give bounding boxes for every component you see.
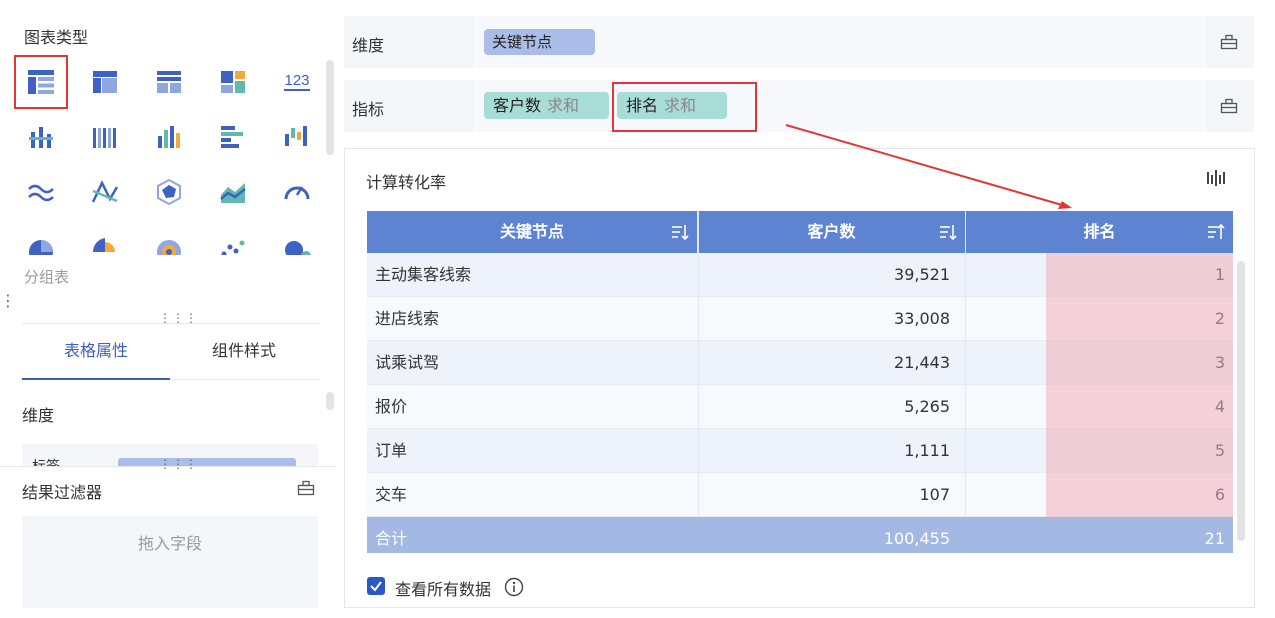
header-node-label: 关键节点 <box>499 222 564 241</box>
cell-node: 试乘试驾 <box>375 353 440 372</box>
cell-count: 39,521 <box>894 265 950 284</box>
metric-settings-icon[interactable] <box>1220 97 1238 115</box>
dimension-pill[interactable]: 关键节点 <box>484 29 595 55</box>
column-divider <box>698 211 699 553</box>
metric-row-label: 指标 <box>352 100 385 119</box>
table-scrollbar[interactable] <box>1237 261 1245 541</box>
show-all-label[interactable]: 查看所有数据 <box>395 576 491 600</box>
metric-pill-name: 客户数 <box>493 96 542 115</box>
area-icon[interactable] <box>206 165 260 219</box>
chart-type-scrollbar[interactable] <box>326 60 334 155</box>
sunburst-icon[interactable] <box>142 220 196 255</box>
divider <box>0 466 336 467</box>
header-node[interactable]: 关键节点 <box>367 211 698 253</box>
property-tabs: 表格属性 组件样式 <box>22 338 320 380</box>
waterfall-icon[interactable] <box>270 110 314 164</box>
checkmark-icon <box>370 581 382 592</box>
tab-table-properties[interactable]: 表格属性 <box>22 338 170 380</box>
cell-node: 主动集客线索 <box>375 265 472 284</box>
cell-count: 5,265 <box>904 397 950 416</box>
header-rank[interactable]: 排名 <box>966 211 1233 253</box>
dimension-field-label: 标签 <box>32 456 60 466</box>
filter-drop-zone[interactable]: 拖入字段 <box>22 516 318 608</box>
cell-count: 21,443 <box>894 353 950 372</box>
properties-scrollbar[interactable] <box>326 392 334 410</box>
cell-node: 进店线索 <box>375 309 440 328</box>
bubble-icon[interactable] <box>270 220 314 255</box>
area-line-icon[interactable] <box>14 165 68 219</box>
filter-settings-icon[interactable] <box>297 479 315 497</box>
total-label: 合计 <box>375 529 408 548</box>
sort-icon[interactable] <box>671 223 689 241</box>
gauge-icon[interactable] <box>270 165 314 219</box>
dimension-section-label: 维度 <box>22 406 55 425</box>
left-panel: 图表类型 123 分组表 ⋮ ⋮⋮⋮ 表格属性 组件样式 维度 ⋮⋮⋮ 结果过滤… <box>0 0 336 618</box>
chart-type-name: 分组表 <box>24 268 70 286</box>
drop-hint: 拖入字段 <box>137 534 202 553</box>
cell-count: 1,111 <box>904 441 950 460</box>
stacked-column-icon[interactable] <box>14 110 68 164</box>
total-count: 100,455 <box>883 529 950 548</box>
cell-node: 订单 <box>375 441 408 460</box>
sort-icon[interactable] <box>939 223 957 241</box>
header-count[interactable]: 客户数 <box>698 211 966 253</box>
rank-data-bar <box>1046 253 1233 517</box>
kpi-number-icon[interactable]: 123 <box>270 55 314 109</box>
dimension-field-pill[interactable] <box>118 458 296 466</box>
column-divider <box>965 211 966 553</box>
total-rank: 21 <box>1204 529 1225 548</box>
pie-icon[interactable] <box>14 220 68 255</box>
scatter-icon[interactable] <box>206 220 260 255</box>
card-title: 计算转化率 <box>366 173 447 192</box>
data-table: 关键节点 客户数 排名 主动集客线索 39,521 1 进店线索 33,008 … <box>367 211 1233 553</box>
rose-pie-icon[interactable] <box>78 220 132 255</box>
chart-type-title: 图表类型 <box>24 28 89 47</box>
bar-icon[interactable] <box>206 110 260 164</box>
cell-count: 107 <box>919 485 950 504</box>
multi-column-icon[interactable] <box>78 110 132 164</box>
header-rank-label: 排名 <box>1083 222 1116 241</box>
dimension-row-label: 维度 <box>352 36 385 55</box>
table-card: 计算转化率 关键节点 客户数 排名 主动集客线索 39,521 1 进店线索 <box>344 148 1255 608</box>
divider <box>22 323 320 324</box>
cell-node: 交车 <box>375 485 408 504</box>
show-all-checkbox[interactable] <box>367 577 385 595</box>
header-count-label: 客户数 <box>807 222 856 241</box>
metric-pill-customers[interactable]: 客户数 求和 <box>484 92 609 119</box>
tab-component-style[interactable]: 组件样式 <box>170 338 318 380</box>
grouped-table-icon[interactable] <box>14 55 68 109</box>
detail-table-icon[interactable] <box>142 55 196 109</box>
rank-pill-highlight-box <box>612 82 757 132</box>
total-row: 合计 100,455 21 <box>367 517 1233 553</box>
column-settings-icon[interactable] <box>1206 169 1226 187</box>
table-header: 关键节点 客户数 排名 <box>367 211 1233 253</box>
panel-resize-handle-icon[interactable]: ⋮ <box>0 293 16 309</box>
sort-ascending-icon[interactable] <box>1207 223 1225 241</box>
crosstab-icon[interactable] <box>78 55 132 109</box>
line-icon[interactable] <box>78 165 132 219</box>
column-icon[interactable] <box>142 110 196 164</box>
dimension-settings-icon[interactable] <box>1220 33 1238 51</box>
metric-row: 指标 客户数 求和 排名 求和 <box>344 80 1254 132</box>
treemap-icon[interactable] <box>206 55 260 109</box>
chart-type-grid: 123 <box>14 55 314 255</box>
radar-icon[interactable] <box>142 165 196 219</box>
cell-count: 33,008 <box>894 309 950 328</box>
kpi-number-text: 123 <box>284 72 309 89</box>
info-icon[interactable] <box>504 577 524 597</box>
metric-pill-agg: 求和 <box>547 96 580 115</box>
splitter-handle-icon[interactable]: ⋮⋮⋮ <box>159 312 198 324</box>
dimension-row: 维度 关键节点 <box>344 16 1254 68</box>
result-filter-title: 结果过滤器 <box>22 483 103 502</box>
cell-node: 报价 <box>375 397 408 416</box>
